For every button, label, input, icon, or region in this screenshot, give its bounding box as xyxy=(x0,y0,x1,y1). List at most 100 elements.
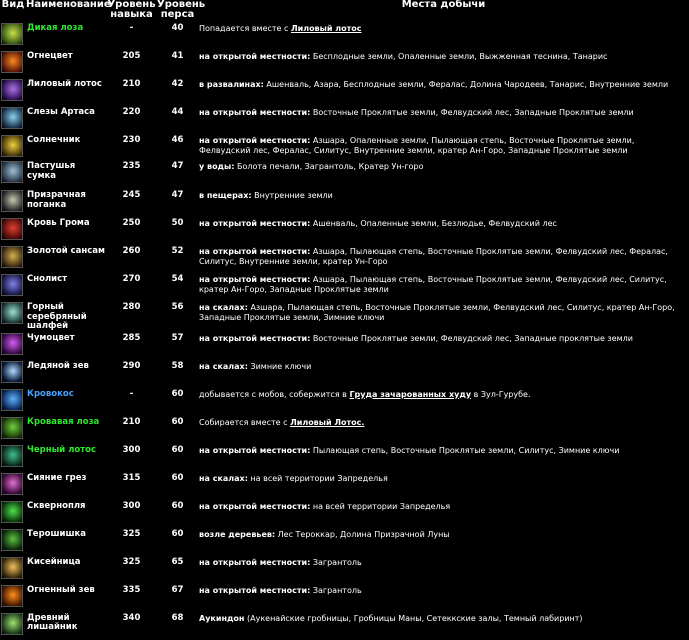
location-link[interactable]: Груда зачарованных худу xyxy=(349,390,471,399)
table-row: Сквернопля 300 60 на открытой местности: на… xyxy=(0,500,689,528)
locations: на открытой местности: Азшара, Опаленные… xyxy=(198,134,689,160)
locations: возле деревьев: Лес Тероккар, Долина При… xyxy=(198,528,689,556)
location-text: Зимние ключи xyxy=(247,361,312,371)
herb-name: Слезы Артаса xyxy=(27,107,95,117)
icon-cell xyxy=(0,416,26,444)
char-level: 60 xyxy=(171,416,184,427)
herb-name: Огнецвет xyxy=(27,51,73,61)
skill-level: 270 xyxy=(122,274,141,284)
table-row: Снолист 270 54 на открытой местности: Азшар… xyxy=(0,273,689,301)
locations: на открытой местности: Пылающая степь, В… xyxy=(198,444,689,472)
header-name: Наименование xyxy=(26,0,111,10)
char-level: 68 xyxy=(171,612,184,623)
location-text: Восточные Проклятые земли, Фелвудский ле… xyxy=(310,333,633,343)
locations: на открытой местности: Ашенваль, Опаленн… xyxy=(198,217,689,245)
icon-cell xyxy=(0,217,26,245)
location-text: Пылающая степь, Восточные Проклятые земл… xyxy=(310,445,620,455)
locations: у воды: Болота печали, Загрантоль, Крате… xyxy=(198,160,689,189)
flame-cap-icon[interactable] xyxy=(1,584,23,607)
char-level: 67 xyxy=(171,584,184,595)
table-row: Сияние грез 315 60 на скалах: на всей терри… xyxy=(0,472,689,500)
mountain-silversage-icon[interactable] xyxy=(1,302,23,324)
dreamfoil-icon[interactable] xyxy=(1,274,23,296)
table-row: Солнечник 230 46 на открытой местности: Азш… xyxy=(0,134,689,160)
icon-cell xyxy=(0,160,26,189)
blood-vine-icon[interactable] xyxy=(1,416,23,439)
firebloom-icon[interactable] xyxy=(1,51,23,73)
location-type: на скалах: xyxy=(199,361,248,371)
skill-level: - xyxy=(129,388,134,399)
location-link[interactable]: Лиловый лотос xyxy=(291,24,362,33)
header-level: Уровень перса xyxy=(157,0,206,20)
char-level: 60 xyxy=(171,500,184,511)
purple-lotus-icon[interactable] xyxy=(1,79,23,101)
location-text: Ашенваль, Опаленные земли, Безлюдье, Фел… xyxy=(310,219,557,228)
locations: на открытой местности: на всей территори… xyxy=(198,500,689,528)
icon-cell xyxy=(0,245,26,273)
location-link[interactable]: Лиловый Лотос. xyxy=(290,418,364,427)
char-level: 47 xyxy=(171,190,184,200)
herb-name: Дикая лоза xyxy=(27,23,84,33)
table-row: Горный серебряный шалфей 280 56 на скалах: … xyxy=(0,301,689,332)
felweed-icon[interactable] xyxy=(1,500,23,523)
blindweed-icon[interactable] xyxy=(1,161,23,183)
locations: в развалинах: Ашенваль, Азара, Бесплодны… xyxy=(198,78,689,106)
skill-level: 285 xyxy=(122,332,141,343)
icon-cell xyxy=(0,500,26,528)
sungrass-icon[interactable] xyxy=(1,135,23,157)
icon-cell xyxy=(0,106,26,134)
location-type: на открытой местности: xyxy=(199,557,311,567)
wild-vine-icon[interactable] xyxy=(1,23,23,45)
herb-name: Кровь Грома xyxy=(27,218,90,228)
icon-cell xyxy=(0,50,26,78)
table-row: Слезы Артаса 220 44 на открытой местности: … xyxy=(0,106,689,134)
header-locations: Места добычи xyxy=(401,0,486,10)
location-type: на открытой местности: xyxy=(199,136,311,145)
ancient-lichen-icon[interactable] xyxy=(1,612,23,635)
locations: на открытой местности: Азшара, Пылающая … xyxy=(198,245,689,273)
bloodvine-icon[interactable] xyxy=(1,388,23,411)
dreaming-glory-icon[interactable] xyxy=(1,472,23,495)
locations: на открытой местности: Восточные Проклят… xyxy=(198,332,689,360)
location-text: Азшара, Пылающая степь, Восточные Прокля… xyxy=(199,303,675,322)
icon-cell xyxy=(0,189,26,217)
table-row: Кровь Грома 250 50 на открытой местности: А… xyxy=(0,217,689,245)
golden-sansam-icon[interactable] xyxy=(1,246,23,268)
herbs-table: Вид Наименование Уровень навыка Уровень … xyxy=(0,0,689,640)
icon-cell xyxy=(0,332,26,360)
plaguebloom-icon[interactable] xyxy=(1,332,23,355)
ragveil-icon[interactable] xyxy=(1,556,23,579)
black-lotus-icon[interactable] xyxy=(1,444,23,467)
gromsblood-icon[interactable] xyxy=(1,218,23,240)
table-row: Кровокос - 60 добывается с мобов, собержитс… xyxy=(0,388,689,416)
char-level: 47 xyxy=(171,161,184,171)
char-level: 60 xyxy=(171,472,184,483)
table-row: Кисейница 325 65 на открытой местности: Заг… xyxy=(0,556,689,584)
arthas-tears-icon[interactable] xyxy=(1,107,23,129)
table-row: Призрачная поганка 245 47 в пещерах: Внутре… xyxy=(0,189,689,217)
skill-level: 210 xyxy=(122,79,141,89)
skill-level: 290 xyxy=(122,360,141,371)
skill-level: 300 xyxy=(122,444,141,455)
icon-cell xyxy=(0,584,26,612)
location-type: возле деревьев: xyxy=(199,529,276,539)
table-row: Огненный зев 335 67 на открытой местности: … xyxy=(0,584,689,612)
icon-cell xyxy=(0,22,26,50)
location-text: на всей территории Запределья xyxy=(310,501,451,511)
ghost-mushroom-icon[interactable] xyxy=(1,190,23,212)
herb-name: Сияние грез xyxy=(27,472,87,483)
icecap-icon[interactable] xyxy=(1,360,23,383)
icon-cell xyxy=(0,612,26,640)
table-row: Пастушья сумка 235 47 у воды: Болота печали… xyxy=(0,160,689,189)
terocone-icon[interactable] xyxy=(1,528,23,551)
skill-level: 230 xyxy=(122,135,141,145)
table-row: Огнецвет 205 41 на открытой местности: Бесп… xyxy=(0,50,689,78)
herb-name: Кровавая лоза xyxy=(27,416,100,427)
skill-level: 300 xyxy=(122,500,141,511)
location-suffix: в Зул-Гурубе. xyxy=(471,389,531,399)
location-text: Болота печали, Загрантоль, Кратер Ун-гор… xyxy=(234,162,424,171)
skill-level: 205 xyxy=(122,51,141,61)
locations: Аукиндон (Аукенайские гробницы, Гробницы… xyxy=(198,612,689,640)
herb-name: Чумоцвет xyxy=(27,332,75,343)
skill-level: 235 xyxy=(122,161,141,171)
